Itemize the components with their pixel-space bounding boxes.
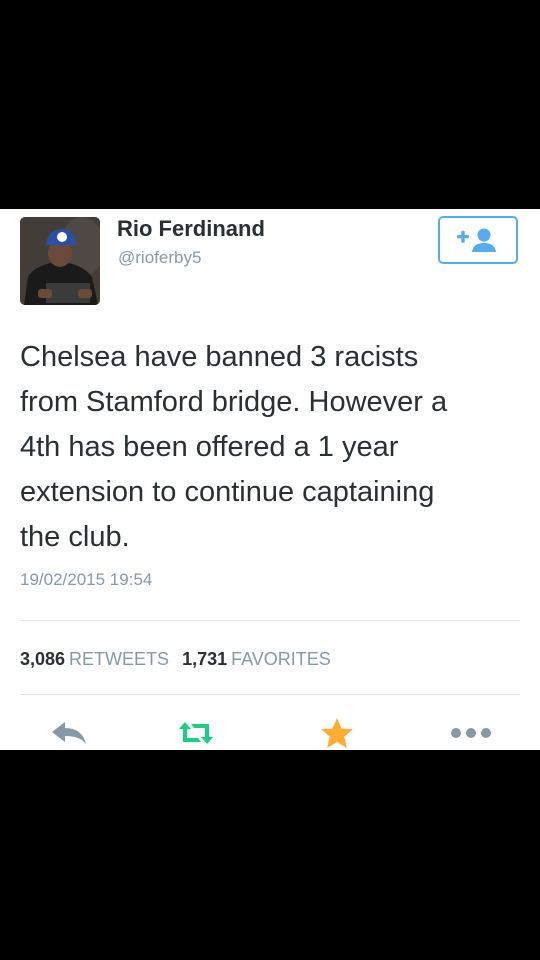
retweet-button[interactable]	[176, 718, 216, 748]
retweets-label[interactable]: RETWEETS	[69, 649, 169, 669]
tweet-timestamp[interactable]: 19/02/2015 19:54	[20, 569, 152, 591]
avatar-photo	[20, 217, 100, 305]
tweet-text: Chelsea have banned 3 racists from Stamf…	[20, 341, 448, 553]
screenshot-frame: Rio Ferdinand @rioferby5 Chelsea have ba…	[0, 0, 540, 960]
tweet-card: Rio Ferdinand @rioferby5 Chelsea have ba…	[0, 209, 540, 750]
author-handle[interactable]: @rioferby5	[118, 247, 201, 269]
more-icon	[451, 728, 491, 738]
author-display-name[interactable]: Rio Ferdinand	[117, 216, 265, 242]
reply-icon	[52, 722, 86, 744]
favorites-label[interactable]: FAVORITES	[231, 649, 331, 669]
favorite-button[interactable]	[319, 718, 355, 748]
add-user-icon	[457, 228, 496, 252]
tweet-stats: 3,086 RETWEETS 1,731 FAVORITES	[20, 648, 331, 670]
follow-button[interactable]	[438, 216, 518, 264]
avatar[interactable]	[20, 217, 100, 305]
retweets-count[interactable]: 3,086	[20, 649, 65, 669]
favorites-count[interactable]: 1,731	[182, 649, 227, 669]
star-icon	[321, 718, 353, 748]
divider	[20, 620, 520, 621]
reply-button[interactable]	[48, 718, 90, 748]
divider	[20, 694, 520, 695]
retweet-icon	[179, 722, 213, 744]
more-button[interactable]	[448, 718, 494, 748]
